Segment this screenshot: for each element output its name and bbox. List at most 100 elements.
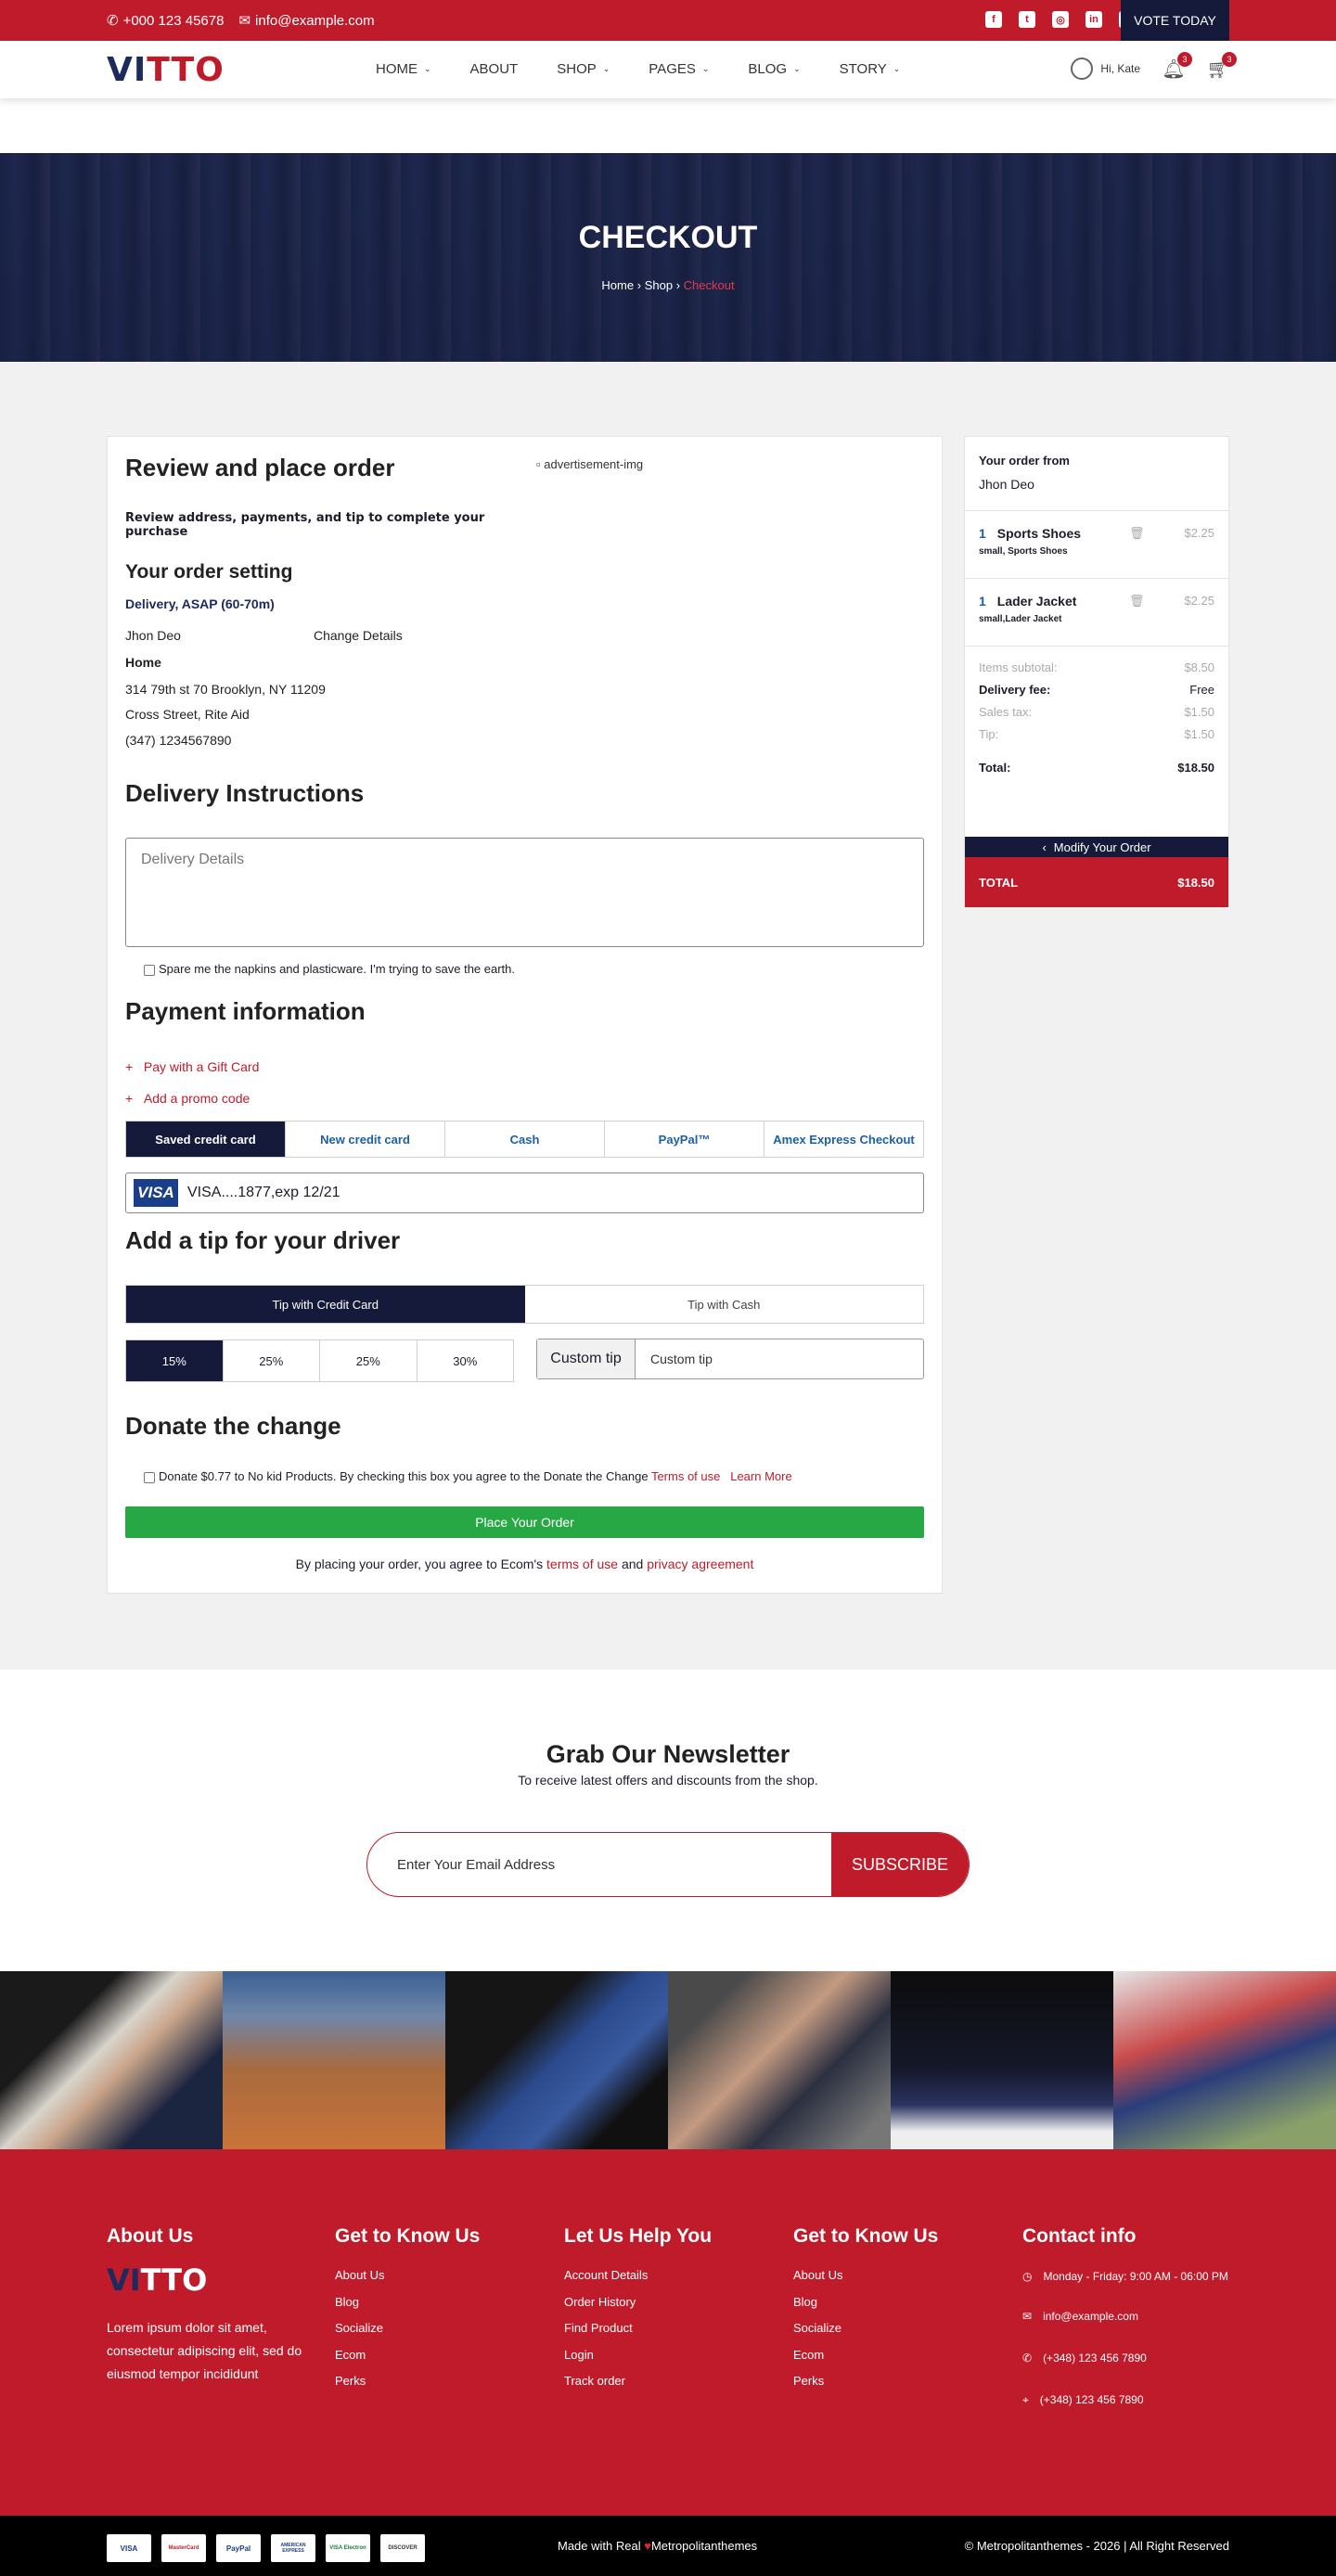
chevron-left-icon: ‹ — [1042, 839, 1047, 854]
terms-of-use-link[interactable]: terms of use — [546, 1557, 618, 1571]
order-item: 1 Sports Shoes small, Sports Shoes 🗑︎ $2.… — [965, 511, 1228, 579]
place-order-button[interactable]: Place Your Order — [125, 1506, 924, 1538]
breadcrumb: Home › Shop › Checkout — [0, 278, 1336, 292]
twitter-icon[interactable]: t — [1019, 11, 1035, 28]
user-account[interactable]: Hi, Kate — [1071, 58, 1140, 80]
tab-cash[interactable]: Cash — [445, 1121, 605, 1157]
order-setting-title: Your order setting — [125, 561, 293, 583]
gallery-photo[interactable] — [668, 1971, 891, 2149]
privacy-link[interactable]: privacy agreement — [647, 1557, 753, 1571]
instagram-icon[interactable]: ◎ — [1052, 11, 1069, 28]
location-pin-icon: ⌖ — [1022, 2393, 1029, 2406]
gallery-photo[interactable] — [445, 1971, 668, 2149]
gallery-photo[interactable] — [223, 1971, 445, 2149]
chevron-down-icon: ⌄ — [424, 64, 431, 73]
tip-option[interactable]: 30% — [418, 1340, 514, 1381]
phone-link[interactable]: ✆ +000 123 45678 — [107, 12, 224, 30]
contact-phone[interactable]: ✆ (+348) 123 456 7890 — [1022, 2352, 1236, 2393]
contact-hours: ◷ Monday - Friday: 9:00 AM - 06:00 PM — [1022, 2268, 1236, 2310]
nav-shop[interactable]: SHOP ⌄ — [557, 61, 610, 77]
tab-new-card[interactable]: New credit card — [286, 1121, 445, 1157]
breadcrumb-home[interactable]: Home — [601, 278, 634, 292]
tab-saved-card[interactable]: Saved credit card — [126, 1121, 286, 1157]
contact-phone[interactable]: ⌖ (+348) 123 456 7890 — [1022, 2393, 1236, 2435]
bell-icon[interactable]: 🔔︎ 3 — [1162, 52, 1192, 80]
footer-link[interactable]: Login — [564, 2348, 712, 2375]
clock-icon: ◷ — [1022, 2270, 1033, 2283]
order-from: Your order from Jhon Deo — [965, 437, 1228, 511]
tab-tip-credit-card[interactable]: Tip with Credit Card — [126, 1286, 525, 1323]
payment-title: Payment information — [125, 997, 366, 1025]
payment-tabs: Saved credit card New credit card Cash P… — [125, 1121, 924, 1158]
change-details-link[interactable]: Change Details — [314, 628, 403, 643]
email-field[interactable]: Enter Your Email Address — [367, 1833, 831, 1896]
delivery-details-textarea[interactable]: Delivery Details — [125, 838, 924, 947]
page-title: CHECKOUT — [578, 220, 758, 255]
order-item: 1 Lader Jacket small,Lader Jacket 🗑︎ $2.2… — [965, 579, 1228, 647]
saved-card-select[interactable]: VISA VISA....1877,exp 12/21 — [125, 1173, 924, 1213]
tab-amex[interactable]: Amex Express Checkout — [764, 1121, 923, 1157]
nav-blog[interactable]: BLOG ⌄ — [748, 61, 800, 77]
heart-icon: ♥ — [644, 2539, 651, 2553]
footer-link[interactable]: Blog — [335, 2295, 480, 2322]
donate-checkbox[interactable] — [144, 1471, 155, 1483]
trash-icon[interactable]: 🗑︎ — [1129, 526, 1145, 541]
terms-link[interactable]: Terms of use — [651, 1469, 720, 1483]
custom-tip-input[interactable]: Custom tip — [636, 1339, 923, 1378]
chevron-down-icon: ⌄ — [602, 64, 610, 73]
footer-link[interactable]: Blog — [793, 2295, 938, 2322]
gallery-photo[interactable] — [1113, 1971, 1336, 2149]
chevron-right-icon: › — [675, 278, 684, 292]
footer-link[interactable]: Track order — [564, 2374, 712, 2401]
gallery-photo[interactable] — [891, 1971, 1113, 2149]
linkedin-icon[interactable]: in — [1086, 11, 1102, 28]
footer-col-help: Let Us Help You Account Details Order Hi… — [564, 2225, 712, 2401]
footer-link[interactable]: About Us — [335, 2268, 480, 2295]
contact-email[interactable]: ✉ info@example.com — [1022, 2310, 1236, 2352]
footer-link[interactable]: Ecom — [335, 2348, 480, 2375]
made-with-text: Made with Real ♥Metropolitanthemes — [558, 2539, 758, 2553]
notification-badge: 3 — [1177, 52, 1192, 67]
breadcrumb-shop[interactable]: Shop — [645, 278, 673, 292]
newsletter-title: Grab Our Newsletter — [546, 1740, 790, 1768]
delivery-instructions-title: Delivery Instructions — [125, 779, 365, 807]
footer-link[interactable]: About Us — [793, 2268, 938, 2295]
tab-tip-cash[interactable]: Tip with Cash — [525, 1286, 924, 1323]
metropolitan-link[interactable]: Metropolitanthemes — [651, 2539, 757, 2553]
modify-order-button[interactable]: ‹ Modify Your Order — [965, 837, 1228, 857]
gift-card-link[interactable]: + Pay with a Gift Card — [125, 1059, 259, 1074]
promo-code-link[interactable]: + Add a promo code — [125, 1091, 250, 1106]
email-link[interactable]: ✉ info@example.com — [238, 12, 374, 30]
footer-col-know: Get to Know Us About Us Blog Socialize E… — [335, 2225, 480, 2401]
nav-about[interactable]: ABOUT — [470, 61, 519, 77]
footer-link[interactable]: Perks — [335, 2374, 480, 2401]
napkins-checkbox[interactable] — [144, 964, 155, 976]
footer-link[interactable]: Account Details — [564, 2268, 712, 2295]
vote-today-button[interactable]: VOTE TODAY — [1121, 0, 1229, 41]
footer-link[interactable]: Order History — [564, 2295, 712, 2322]
footer-link[interactable]: Ecom — [793, 2348, 938, 2375]
footer-logo[interactable]: VITTO — [107, 2262, 320, 2298]
learn-more-link[interactable]: Learn More — [730, 1469, 791, 1483]
footer-link[interactable]: Find Product — [564, 2321, 712, 2348]
footer-about: About Us VITTO Lorem ipsum dolor sit ame… — [107, 2225, 320, 2386]
logo[interactable]: VITTO — [107, 51, 225, 89]
footer-contact: Contact info ◷ Monday - Friday: 9:00 AM -… — [1022, 2225, 1236, 2435]
nav-home[interactable]: HOME ⌄ — [376, 61, 431, 77]
subscribe-button[interactable]: SUBSCRIBE — [831, 1833, 969, 1896]
tip-option[interactable]: 25% — [224, 1340, 320, 1381]
tip-option[interactable]: 25% — [320, 1340, 418, 1381]
gallery-photo[interactable] — [0, 1971, 223, 2149]
trash-icon[interactable]: 🗑︎ — [1129, 594, 1145, 609]
nav-pages[interactable]: PAGES ⌄ — [649, 61, 709, 77]
address-type: Home — [125, 655, 161, 670]
footer-link[interactable]: Socialize — [335, 2321, 480, 2348]
cart-icon[interactable]: 🛒︎ 3 — [1206, 52, 1237, 80]
chevron-down-icon: ⌄ — [893, 64, 901, 73]
nav-story[interactable]: STORY ⌄ — [840, 61, 901, 77]
footer-link[interactable]: Perks — [793, 2374, 938, 2401]
tip-option[interactable]: 15% — [126, 1340, 224, 1381]
footer-link[interactable]: Socialize — [793, 2321, 938, 2348]
facebook-icon[interactable]: f — [985, 11, 1002, 28]
tab-paypal[interactable]: PayPal™ — [605, 1121, 764, 1157]
